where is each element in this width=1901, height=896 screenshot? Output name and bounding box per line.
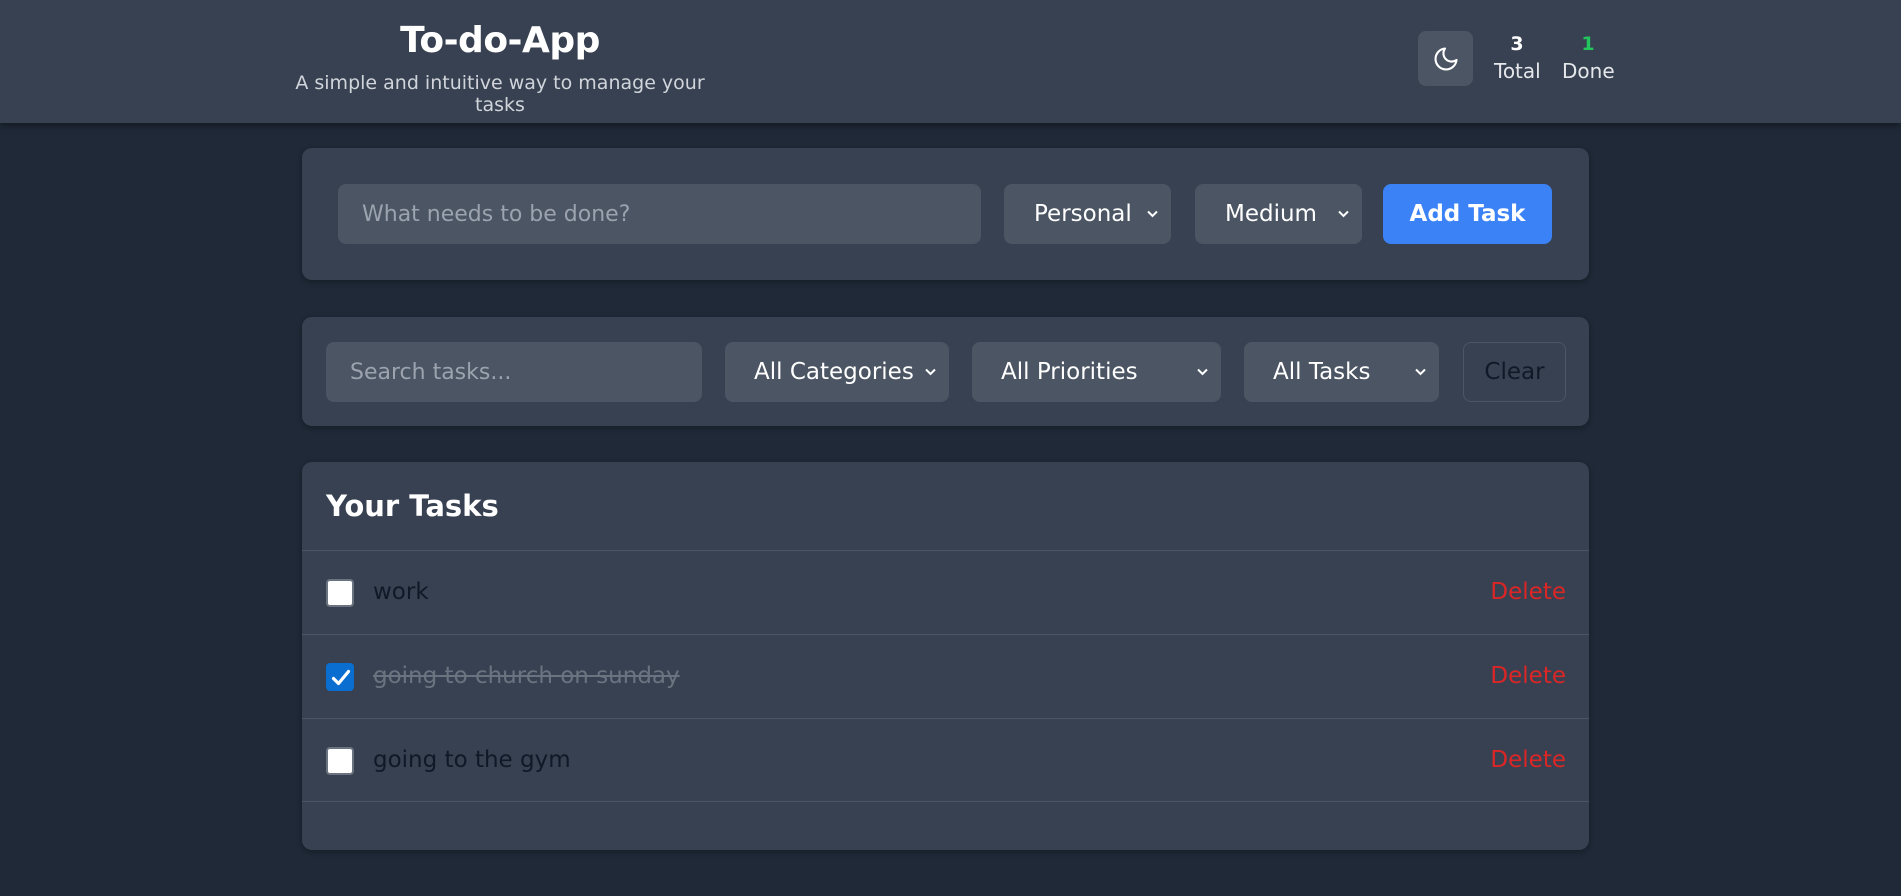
stat-done-value: 1 [1581,33,1595,55]
task-checkbox[interactable] [326,663,354,691]
priority-select[interactable]: Medium [1195,184,1362,244]
stat-total-label: Total [1494,59,1541,83]
chevron-down-icon [925,368,936,376]
search-input[interactable] [326,342,702,402]
delete-task-button[interactable]: Delete [1490,663,1566,689]
task-list-card: Your Tasks work Delete going to church o… [302,462,1589,850]
tasks-heading: Your Tasks [326,489,499,523]
checkmark-icon [331,669,351,686]
priority-select-value: Medium [1225,201,1317,227]
chevron-down-icon [1197,368,1208,376]
category-select-value: Personal [1034,201,1132,227]
app-title: To-do-App [400,20,600,61]
new-task-input[interactable] [338,184,981,244]
task-text: going to church on sunday [373,663,680,689]
category-select[interactable]: Personal [1004,184,1171,244]
filter-category-value: All Categories [754,359,914,385]
task-row: going to the gym Delete [302,718,1589,802]
add-task-button[interactable]: Add Task [1383,184,1552,244]
stat-done: 1 Done [1562,33,1615,83]
task-checkbox[interactable] [326,747,354,775]
task-text: work [373,579,429,605]
chevron-down-icon [1415,368,1426,376]
filter-status-value: All Tasks [1273,359,1371,385]
app-subtitle: A simple and intuitive way to manage you… [295,72,705,116]
delete-task-button[interactable]: Delete [1490,747,1566,773]
app-header: To-do-App A simple and intuitive way to … [0,0,1901,123]
moon-icon [1434,46,1458,70]
stat-total-value: 3 [1510,33,1524,55]
stat-done-label: Done [1562,59,1615,83]
chevron-down-icon [1147,210,1158,218]
chevron-down-icon [1338,210,1349,218]
filter-status-select[interactable]: All Tasks [1244,342,1439,402]
add-task-card: Personal Medium Add Task [302,148,1589,280]
delete-task-button[interactable]: Delete [1490,579,1566,605]
stat-total: 3 Total [1494,33,1541,83]
filter-card: All Categories All Priorities All Tasks … [302,317,1589,426]
filter-priority-select[interactable]: All Priorities [972,342,1221,402]
filter-category-select[interactable]: All Categories [725,342,949,402]
brand: To-do-App A simple and intuitive way to … [278,20,722,116]
task-list: work Delete going to church on sunday De… [302,550,1589,802]
filter-priority-value: All Priorities [1001,359,1138,385]
task-row: work Delete [302,550,1589,634]
task-row: going to church on sunday Delete [302,634,1589,718]
task-checkbox[interactable] [326,579,354,607]
theme-toggle-button[interactable] [1418,31,1473,86]
clear-filters-button[interactable]: Clear [1463,342,1566,402]
task-text: going to the gym [373,747,571,773]
